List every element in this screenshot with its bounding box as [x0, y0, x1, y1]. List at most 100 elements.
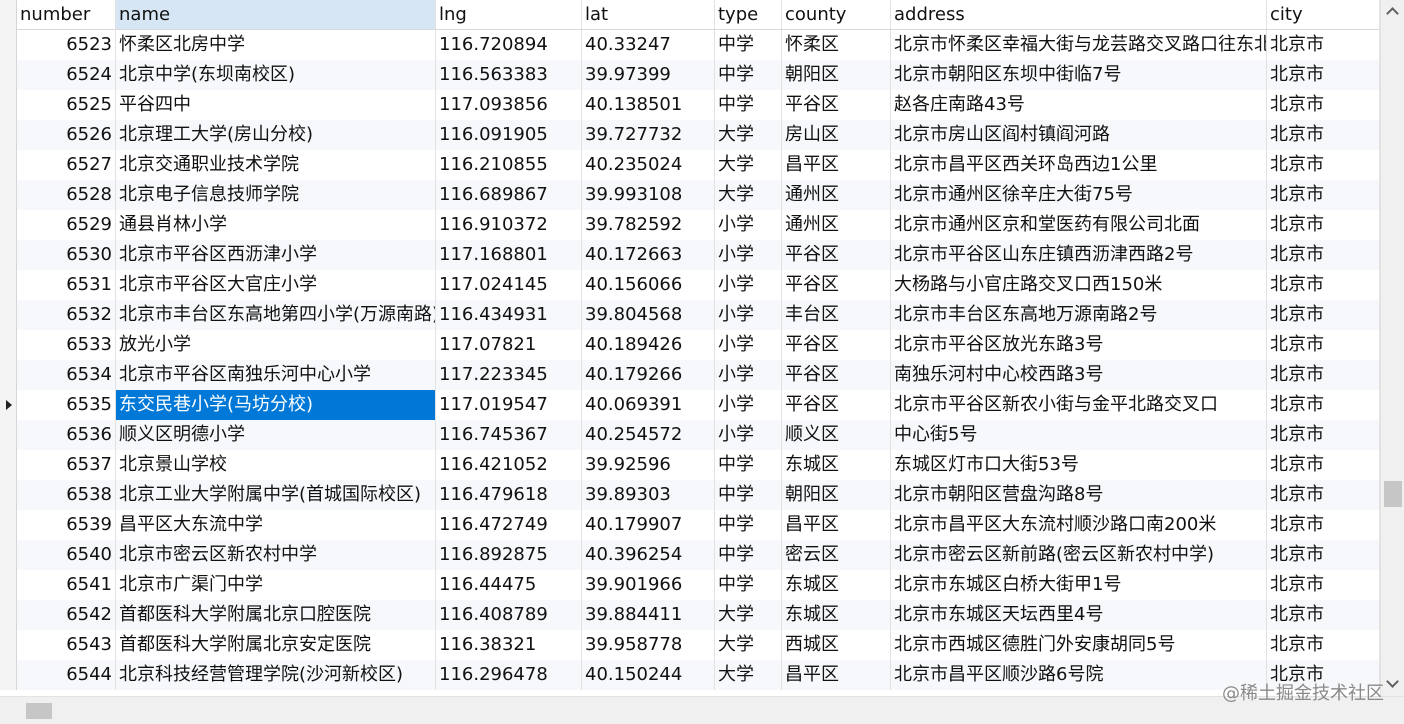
cell-lat[interactable]: 40.179907 [582, 510, 715, 540]
cell-county[interactable]: 房山区 [782, 120, 891, 150]
table-row[interactable]: 6531 北京市平谷区大官庄小学 117.024145 40.156066 小学 平谷区大… [0, 270, 1380, 300]
cell-address[interactable]: 北京市通州区徐辛庄大街75号 [891, 180, 1267, 210]
cell-type[interactable]: 小学 [715, 240, 782, 270]
cell-city[interactable]: 北京市 [1267, 570, 1380, 600]
horizontal-scroll-thumb[interactable] [26, 703, 52, 719]
cell-city[interactable]: 北京市 [1267, 540, 1380, 570]
cell-lat[interactable]: 39.92596 [582, 450, 715, 480]
cell-number[interactable]: 6532 [17, 300, 116, 330]
cell-address[interactable]: 北京市房山区阎村镇阎河路 [891, 120, 1267, 150]
cell-name[interactable]: 平谷四中 [116, 90, 436, 120]
cell-lng[interactable]: 116.44475 [436, 570, 582, 600]
cell-type[interactable]: 小学 [715, 210, 782, 240]
row-indicator[interactable] [0, 540, 17, 570]
cell-name[interactable]: 北京景山学校 [116, 450, 436, 480]
row-indicator[interactable] [0, 150, 17, 180]
cell-type[interactable]: 中学 [715, 30, 782, 60]
cell-type[interactable]: 中学 [715, 540, 782, 570]
cell-type[interactable]: 小学 [715, 270, 782, 300]
table-row[interactable]: 6539 昌平区大东流中学 116.472749 40.179907 中学 昌平区 北京市昌… [0, 510, 1380, 540]
cell-city[interactable]: 北京市 [1267, 510, 1380, 540]
table-row[interactable]: 6542 首都医科大学附属北京口腔医院 116.408789 39.884411 大学东… [0, 600, 1380, 630]
cell-county[interactable]: 昌平区 [782, 510, 891, 540]
cell-lat[interactable]: 40.172663 [582, 240, 715, 270]
scroll-down-button[interactable] [1381, 672, 1404, 696]
cell-address[interactable]: 北京市怀柔区幸福大街与龙芸路交叉路口往东北 [891, 30, 1267, 60]
cell-lng[interactable]: 116.472749 [436, 510, 582, 540]
cell-number[interactable]: 6542 [17, 600, 116, 630]
cell-name[interactable]: 东交民巷小学(马坊分校) [116, 390, 436, 420]
cell-name[interactable]: 北京理工大学(房山分校) [116, 120, 436, 150]
cell-lat[interactable]: 39.727732 [582, 120, 715, 150]
cell-type[interactable]: 小学 [715, 420, 782, 450]
cell-name[interactable]: 放光小学 [116, 330, 436, 360]
row-indicator[interactable] [0, 30, 17, 60]
cell-name[interactable]: 北京市密云区新农村中学 [116, 540, 436, 570]
cell-lng[interactable]: 116.38321 [436, 630, 582, 660]
table-row[interactable]: 6534 北京市平谷区南独乐河中心小学 117.223345 40.179266 小学平… [0, 360, 1380, 390]
vertical-scroll-thumb[interactable] [1384, 481, 1402, 507]
cell-number[interactable]: 6541 [17, 570, 116, 600]
cell-type[interactable]: 大学 [715, 180, 782, 210]
cell-number[interactable]: 6544 [17, 660, 116, 690]
cell-lat[interactable]: 40.254572 [582, 420, 715, 450]
row-indicator[interactable] [0, 630, 17, 660]
cell-number[interactable]: 6528 [17, 180, 116, 210]
cell-lng[interactable]: 116.408789 [436, 600, 582, 630]
cell-county[interactable]: 西城区 [782, 630, 891, 660]
cell-lng[interactable]: 116.421052 [436, 450, 582, 480]
cell-lng[interactable]: 116.910372 [436, 210, 582, 240]
cell-address[interactable]: 北京市东城区白桥大街甲1号 [891, 570, 1267, 600]
cell-address[interactable]: 北京市昌平区大东流村顺沙路口南200米 [891, 510, 1267, 540]
cell-name[interactable]: 首都医科大学附属北京安定医院 [116, 630, 436, 660]
cell-lat[interactable]: 40.33247 [582, 30, 715, 60]
cell-city[interactable]: 北京市 [1267, 300, 1380, 330]
row-indicator[interactable] [0, 570, 17, 600]
row-indicator[interactable] [0, 240, 17, 270]
cell-county[interactable]: 昌平区 [782, 660, 891, 690]
cell-address[interactable]: 北京市西城区德胜门外安康胡同5号 [891, 630, 1267, 660]
cell-city[interactable]: 北京市 [1267, 60, 1380, 90]
cell-address[interactable]: 北京市平谷区山东庄镇西沥津西路2号 [891, 240, 1267, 270]
cell-lat[interactable]: 39.89303 [582, 480, 715, 510]
cell-type[interactable]: 中学 [715, 450, 782, 480]
cell-address[interactable]: 北京市通州区京和堂医药有限公司北面 [891, 210, 1267, 240]
cell-lat[interactable]: 39.782592 [582, 210, 715, 240]
cell-lat[interactable]: 39.804568 [582, 300, 715, 330]
column-header-address[interactable]: address [891, 0, 1267, 30]
cell-lng[interactable]: 116.563383 [436, 60, 582, 90]
cell-city[interactable]: 北京市 [1267, 90, 1380, 120]
cell-type[interactable]: 小学 [715, 330, 782, 360]
row-indicator[interactable] [0, 180, 17, 210]
table-row[interactable]: 6532 北京市丰台区东高地第四小学(万源南路) 116.434931 39.8045… [0, 300, 1380, 330]
cell-lat[interactable]: 40.156066 [582, 270, 715, 300]
row-indicator[interactable] [0, 420, 17, 450]
cell-address[interactable]: 北京市昌平区顺沙路6号院 [891, 660, 1267, 690]
cell-address[interactable]: 北京市朝阳区营盘沟路8号 [891, 480, 1267, 510]
cell-lng[interactable]: 117.019547 [436, 390, 582, 420]
cell-city[interactable]: 北京市 [1267, 630, 1380, 660]
cell-city[interactable]: 北京市 [1267, 240, 1380, 270]
cell-address[interactable]: 北京市平谷区新农小街与金平北路交叉口 [891, 390, 1267, 420]
cell-city[interactable]: 北京市 [1267, 270, 1380, 300]
table-row[interactable]: 6527 北京交通职业技术学院 116.210855 40.235024 大学 昌平区 北京… [0, 150, 1380, 180]
cell-county[interactable]: 平谷区 [782, 360, 891, 390]
cell-address[interactable]: 北京市丰台区东高地万源南路2号 [891, 300, 1267, 330]
cell-lng[interactable]: 117.07821 [436, 330, 582, 360]
cell-name[interactable]: 北京市平谷区西沥津小学 [116, 240, 436, 270]
row-indicator[interactable] [0, 270, 17, 300]
cell-name[interactable]: 北京市平谷区南独乐河中心小学 [116, 360, 436, 390]
column-header-lng[interactable]: lng [436, 0, 582, 30]
table-row[interactable]: 6529 通县肖林小学 116.910372 39.782592 小学 通州区 北京市通州区… [0, 210, 1380, 240]
cell-lng[interactable]: 117.024145 [436, 270, 582, 300]
table-row[interactable]: 6536 顺义区明德小学 116.745367 40.254572 小学 顺义区 中心街5号… [0, 420, 1380, 450]
cell-type[interactable]: 小学 [715, 390, 782, 420]
cell-lat[interactable]: 39.884411 [582, 600, 715, 630]
cell-type[interactable]: 大学 [715, 150, 782, 180]
cell-county[interactable]: 昌平区 [782, 150, 891, 180]
cell-lng[interactable]: 117.168801 [436, 240, 582, 270]
cell-type[interactable]: 大学 [715, 120, 782, 150]
table-row[interactable]: 6524 北京中学(东坝南校区) 116.563383 39.97399 中学 朝阳区 北京… [0, 60, 1380, 90]
row-indicator[interactable] [0, 120, 17, 150]
cell-name[interactable]: 北京中学(东坝南校区) [116, 60, 436, 90]
